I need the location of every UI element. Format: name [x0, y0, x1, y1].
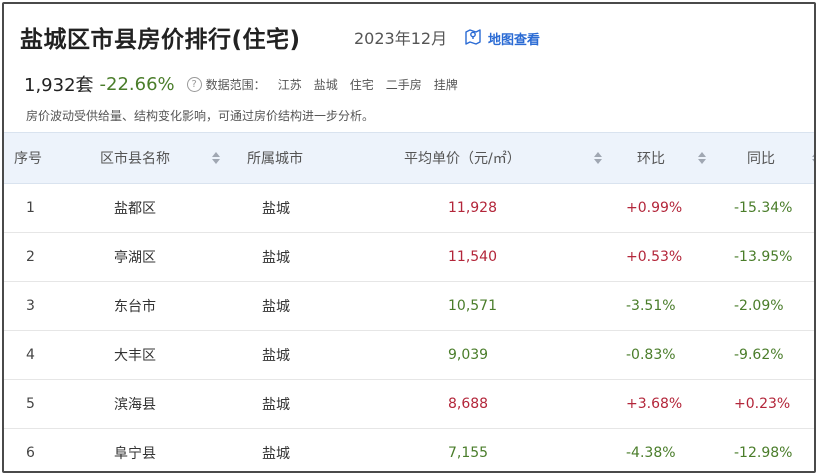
sort-price-icon[interactable] [588, 133, 602, 183]
row-mom: +0.53% [626, 249, 683, 265]
ranking-table: 序号 区市县名称 所属城市 平均单价（元/㎡） 环比 同比 1 盐都区 盐城 1… [4, 132, 814, 471]
scope-label: 数据范围： [205, 77, 266, 92]
row-yoy: -13.95% [734, 249, 793, 265]
scope-tag-type: 住宅 [349, 77, 374, 92]
col-name-label: 区市县名称 [100, 151, 170, 167]
sort-name-icon[interactable] [206, 133, 220, 183]
summary-stats: 1,932套 -22.66% ? 数据范围： 江苏 盐城 住宅 二手房 挂牌 [24, 71, 458, 97]
row-mom: -3.51% [626, 298, 676, 314]
row-city: 盐城 [262, 348, 290, 364]
col-city-header: 所属城市 [247, 151, 303, 167]
col-price-label: 平均单价（元/㎡） [404, 151, 521, 167]
row-mom: +0.99% [626, 200, 683, 216]
col-price-header[interactable]: 平均单价（元/㎡） [404, 133, 584, 183]
table-row[interactable]: 2 亭湖区 盐城 11,540 +0.53% -13.95% [4, 233, 814, 282]
row-city: 盐城 [262, 299, 290, 315]
row-city: 盐城 [262, 201, 290, 217]
scope-tag-source: 挂牌 [433, 77, 458, 92]
scope-tag-province: 江苏 [277, 77, 302, 92]
table-row[interactable]: 1 盐都区 盐城 11,928 +0.99% -15.34% [4, 184, 814, 233]
row-index: 4 [26, 347, 35, 363]
row-yoy: -12.98% [734, 445, 793, 461]
col-yoy-label: 同比 [747, 151, 775, 167]
row-price: 7,155 [448, 445, 489, 461]
row-price: 9,039 [448, 347, 489, 363]
row-mom: +3.68% [626, 396, 683, 412]
map-view-link[interactable]: 地图查看 [463, 26, 540, 50]
row-index: 2 [26, 249, 35, 265]
row-mom: -4.38% [626, 445, 676, 461]
row-city: 盐城 [262, 250, 290, 266]
panel-header: 盐城区市县房价排行(住宅) 2023年12月 地图查看 [20, 18, 804, 56]
sort-mom-icon[interactable] [692, 133, 706, 183]
row-price: 10,571 [448, 298, 497, 314]
row-district: 滨海县 [114, 397, 156, 413]
col-index-header: 序号 [14, 151, 42, 167]
row-yoy: -2.09% [734, 298, 784, 314]
page-title: 盐城区市县房价排行(住宅) [20, 27, 301, 53]
listing-count: 1,932套 [24, 75, 94, 96]
row-district: 亭湖区 [114, 250, 156, 266]
map-pin-icon [463, 26, 488, 50]
row-index: 1 [26, 200, 35, 216]
row-index: 6 [26, 445, 35, 461]
help-icon[interactable]: ? [186, 76, 202, 92]
col-mom-label: 环比 [637, 151, 665, 167]
overall-change: -22.66% [99, 73, 175, 95]
row-district: 盐都区 [114, 201, 156, 217]
scope-tag-market: 二手房 [385, 77, 422, 92]
row-price: 11,540 [448, 249, 497, 265]
row-city: 盐城 [262, 446, 290, 462]
row-yoy: -15.34% [734, 200, 793, 216]
ranking-panel: 盐城区市县房价排行(住宅) 2023年12月 地图查看 1,932套 -22.6… [2, 2, 816, 473]
period-label: 2023年12月 [354, 29, 448, 48]
row-index: 5 [26, 396, 35, 412]
row-district: 东台市 [114, 299, 156, 315]
row-district: 大丰区 [114, 348, 156, 364]
table-row[interactable]: 3 东台市 盐城 10,571 -3.51% -2.09% [4, 282, 814, 331]
map-view-label[interactable]: 地图查看 [488, 29, 540, 48]
row-price: 11,928 [448, 200, 497, 216]
row-index: 3 [26, 298, 35, 314]
col-mom-header[interactable]: 环比 [637, 133, 727, 183]
col-name-header[interactable]: 区市县名称 [100, 133, 220, 183]
row-mom: -0.83% [626, 347, 676, 363]
scope-tag-city: 盐城 [313, 77, 338, 92]
table-row[interactable]: 4 大丰区 盐城 9,039 -0.83% -9.62% [4, 331, 814, 380]
row-yoy: +0.23% [734, 396, 791, 412]
row-yoy: -9.62% [734, 347, 784, 363]
sort-yoy-icon[interactable] [806, 133, 814, 183]
table-row[interactable]: 6 阜宁县 盐城 7,155 -4.38% -12.98% [4, 429, 814, 471]
row-district: 阜宁县 [114, 446, 156, 462]
table-row[interactable]: 5 滨海县 盐城 8,688 +3.68% +0.23% [4, 380, 814, 429]
table-header: 序号 区市县名称 所属城市 平均单价（元/㎡） 环比 同比 [4, 132, 814, 184]
row-price: 8,688 [448, 396, 489, 412]
description-text: 房价波动受供给量、结构变化影响，可通过房价结构进一步分析。 [26, 109, 375, 123]
row-city: 盐城 [262, 397, 290, 413]
